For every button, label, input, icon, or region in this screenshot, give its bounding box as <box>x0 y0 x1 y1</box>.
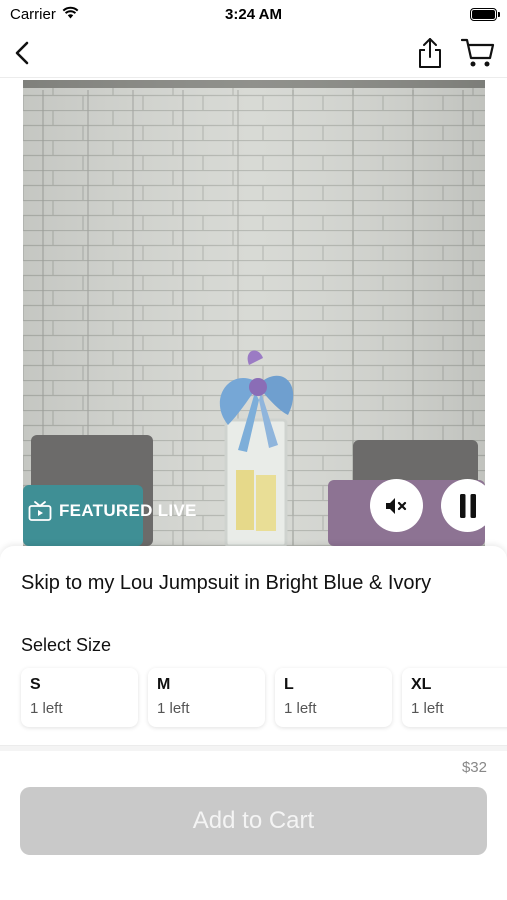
size-stock: 1 left <box>284 700 317 717</box>
battery-icon <box>470 7 500 21</box>
carrier-label: Carrier <box>10 5 56 23</box>
live-video-player[interactable]: FEATURED LIVE <box>23 80 485 546</box>
size-option-xl[interactable]: XL 1 left <box>402 668 507 727</box>
cart-icon <box>461 38 495 66</box>
nav-actions <box>417 37 495 69</box>
status-bar: Carrier 3:24 AM <box>0 0 507 28</box>
size-stock: 1 left <box>30 700 63 717</box>
size-options: S 1 left M 1 left L 1 left XL 1 left <box>21 668 507 727</box>
add-to-cart-button[interactable]: Add to Cart <box>20 787 487 855</box>
size-stock: 1 left <box>411 700 444 717</box>
pause-icon <box>459 493 476 518</box>
product-sheet: Skip to my Lou Jumpsuit in Bright Blue &… <box>0 546 507 900</box>
mute-icon <box>385 497 406 514</box>
size-label: M <box>157 676 171 693</box>
share-button[interactable] <box>417 37 443 69</box>
clock: 3:24 AM <box>225 5 282 23</box>
product-title: Skip to my Lou Jumpsuit in Bright Blue &… <box>21 572 432 594</box>
nav-bar <box>0 28 507 78</box>
size-label: L <box>284 676 294 693</box>
chevron-left-icon <box>15 41 29 64</box>
wifi-icon <box>62 6 79 23</box>
cart-button[interactable] <box>461 38 495 68</box>
status-left: Carrier <box>10 6 79 23</box>
pause-button[interactable] <box>441 479 485 532</box>
tv-icon <box>28 501 52 521</box>
size-option-s[interactable]: S 1 left <box>21 668 138 727</box>
divider <box>0 745 507 751</box>
size-option-m[interactable]: M 1 left <box>148 668 265 727</box>
price-label: $32 <box>461 759 487 776</box>
share-icon <box>419 37 441 68</box>
featured-live-label: FEATURED LIVE <box>59 501 197 520</box>
size-stock: 1 left <box>157 700 190 717</box>
video-frame <box>23 80 485 546</box>
mute-button[interactable] <box>370 479 423 532</box>
size-label: XL <box>411 676 432 693</box>
select-size-label: Select Size <box>21 635 112 655</box>
back-button[interactable] <box>12 40 32 66</box>
featured-live-badge: FEATURED LIVE <box>28 500 197 522</box>
size-label: S <box>30 676 41 693</box>
size-option-l[interactable]: L 1 left <box>275 668 392 727</box>
